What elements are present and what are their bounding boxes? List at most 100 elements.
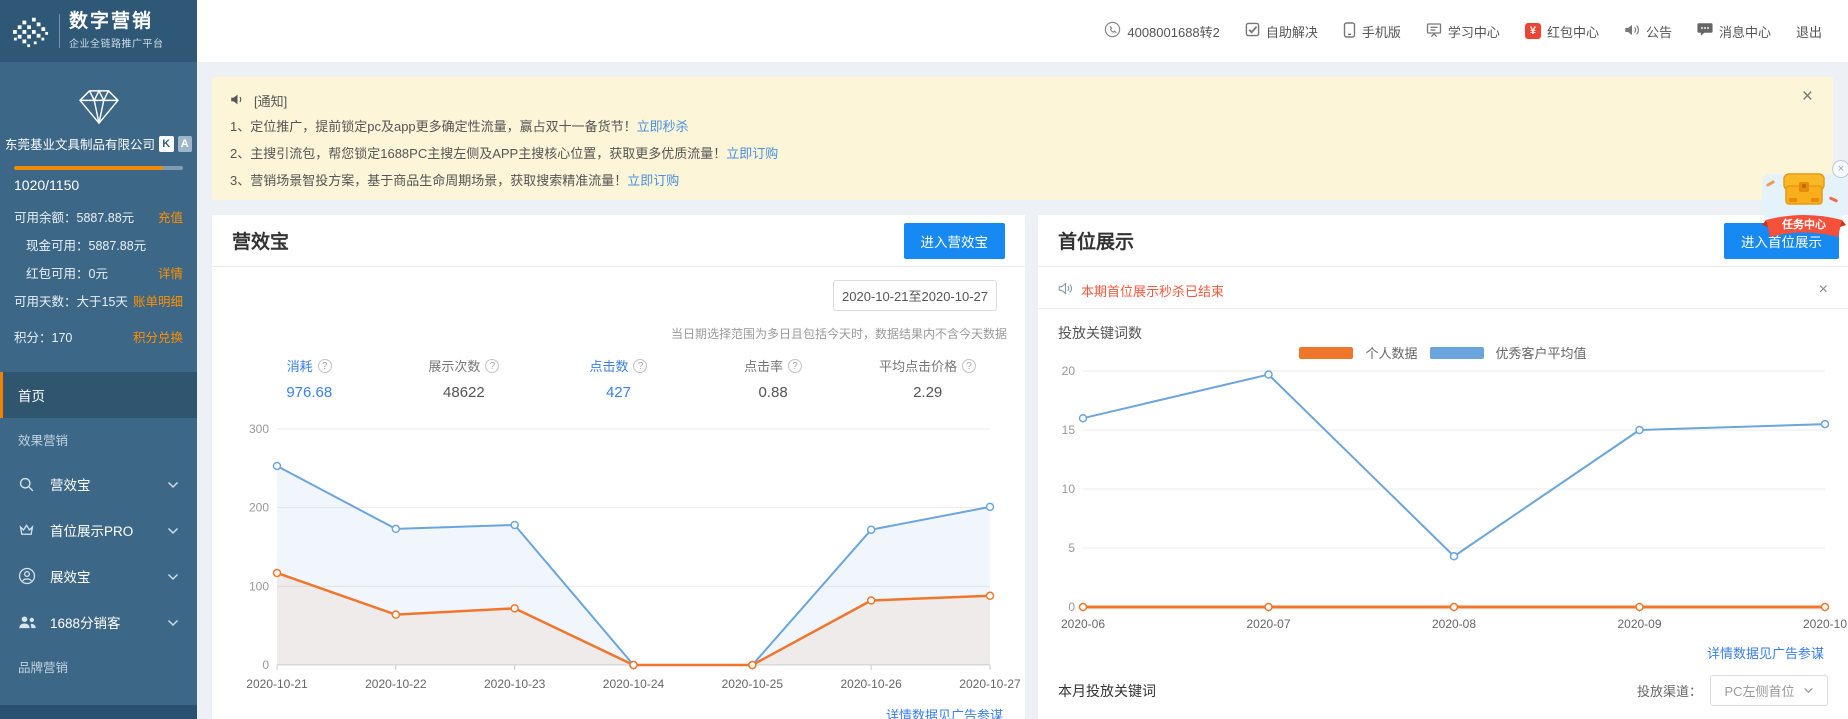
task-widget-close-icon[interactable]: × xyxy=(1832,160,1848,178)
monthly-keywords-label: 本月投放关键词 xyxy=(1058,682,1156,699)
cash-row: 现金可用：5887.88元 xyxy=(0,235,197,254)
company-block: 东莞基业文具制品有限公司 K A 1020/1150 xyxy=(0,62,197,193)
notice-header: [通知] xyxy=(230,91,1815,110)
yingxiaobao-panel-header: 营效宝 进入营效宝 xyxy=(212,215,1025,267)
speaker-icon xyxy=(1624,23,1640,40)
shouwei-notice-close-icon[interactable]: × xyxy=(1819,282,1828,298)
search-icon xyxy=(18,476,38,493)
sidebar-menu: 首页 效果营销 营效宝 首位展示PRO 展效宝 1688分销客 品牌营销 xyxy=(0,372,197,688)
enter-yingxiaobao-button[interactable]: 进入营效宝 xyxy=(903,222,1005,259)
brand-subtitle: 企业全链路推广平台 xyxy=(69,39,164,51)
svg-text:10: 10 xyxy=(1062,482,1076,496)
svg-text:2020-10-25: 2020-10-25 xyxy=(722,677,784,691)
user-circle-icon xyxy=(18,567,38,585)
svg-text:2020-09: 2020-09 xyxy=(1617,617,1661,631)
task-center-ribbon: 任务中心 xyxy=(1762,215,1846,237)
sidebar-item-shouwei-pro[interactable]: 首位展示PRO xyxy=(0,507,197,553)
svg-text:200: 200 xyxy=(249,501,269,515)
announcement-button[interactable]: 公告 xyxy=(1624,22,1672,41)
red-envelope-icon: ¥ xyxy=(1524,23,1541,39)
notice-banner: [通知] 1、定位推广，提前锁定pc及app更多确定性流量，赢占双十一备货节！立… xyxy=(212,77,1833,200)
svg-text:15: 15 xyxy=(1062,423,1076,437)
phone-icon xyxy=(1104,21,1121,41)
points-label: 积分：170 xyxy=(14,331,73,345)
brand-text: 数字营销 企业全链路推广平台 xyxy=(69,10,164,51)
brand-pixel-logo-icon xyxy=(13,17,49,48)
sidebar-item-home[interactable]: 首页 xyxy=(0,372,197,418)
svg-text:2020-10-22: 2020-10-22 xyxy=(365,677,427,691)
notice-line-1: 1、定位推广，提前锁定pc及app更多确定性流量，赢占双十一备货节！立即秒杀 xyxy=(230,119,689,134)
notice-line-3: 3、营销场景智投方案，基于商品生命周期场景，获取搜索精准流量！立即订购 xyxy=(230,173,680,188)
help-icon[interactable]: ? xyxy=(788,358,803,373)
shouwei-notice-bar: 本期首位展示秒杀已结束 × xyxy=(1038,272,1848,309)
users-icon xyxy=(18,615,38,630)
channel-select[interactable]: PC左侧首位 xyxy=(1710,675,1828,706)
legend-label-personal: 个人数据 xyxy=(1365,346,1418,361)
help-icon[interactable]: ? xyxy=(633,358,648,373)
sidebar-section-effect-marketing: 效果营销 xyxy=(18,434,69,448)
stat-impressions[interactable]: 展示次数? 48622 xyxy=(387,356,542,401)
yxb-detail-link[interactable]: 详情数据见广告参谋 xyxy=(886,705,1003,719)
svg-text:100: 100 xyxy=(249,579,269,593)
shouwei-title: 首位展示 xyxy=(1058,232,1135,253)
quota-text: 1020/1150 xyxy=(14,177,80,193)
chevron-down-icon xyxy=(1803,687,1813,694)
learning-center-button[interactable]: 学习中心 xyxy=(1426,22,1500,41)
announcement-speaker-icon xyxy=(230,93,245,109)
stat-clicks[interactable]: 点击数? 427 xyxy=(541,356,696,401)
presentation-board-icon xyxy=(1426,22,1442,41)
sidebar-item-zhanxiaobao[interactable]: 展效宝 xyxy=(0,553,197,599)
kpi-stats-row: 消耗? 976.68 展示次数? 48622 点击数? 427 点击率? 0.8… xyxy=(232,356,1005,401)
svg-text:5: 5 xyxy=(1068,541,1075,555)
brand-title: 数字营销 xyxy=(69,10,154,32)
cash-label: 现金可用：5887.88元 xyxy=(26,239,147,253)
help-icon[interactable]: ? xyxy=(962,358,977,373)
keyword-count-label: 投放关键词数 xyxy=(1058,325,1142,341)
svg-text:2020-08: 2020-08 xyxy=(1432,617,1476,631)
self-service-button[interactable]: 自助解决 xyxy=(1245,22,1318,41)
swzs-detail-link[interactable]: 详情数据见广告参谋 xyxy=(1707,643,1824,662)
sidebar-item-1688-fenxiaoke[interactable]: 1688分销客 xyxy=(0,599,197,645)
monthly-keywords-row: 本月投放关键词 投放渠道： PC左侧首位 xyxy=(1058,675,1828,706)
notice-link-2[interactable]: 立即订购 xyxy=(726,146,778,161)
mobile-version-button[interactable]: 手机版 xyxy=(1343,21,1401,41)
svg-text:0: 0 xyxy=(1068,600,1075,614)
points-exchange-link[interactable]: 积分兑换 xyxy=(133,327,183,346)
stat-consumption[interactable]: 消耗? 976.68 xyxy=(232,356,387,401)
recharge-link[interactable]: 充值 xyxy=(158,207,183,226)
svg-text:2020-10-26: 2020-10-26 xyxy=(840,677,902,691)
bill-detail-link[interactable]: 账单明细 xyxy=(133,291,183,310)
logout-button[interactable]: 退出 xyxy=(1796,22,1822,41)
company-row: 东莞基业文具制品有限公司 K A xyxy=(0,134,197,153)
redpacket-center-button[interactable]: ¥ 红包中心 xyxy=(1524,22,1599,41)
chevron-down-icon xyxy=(167,477,179,492)
stat-avg-cpc[interactable]: 平均点击价格? 2.29 xyxy=(850,356,1005,401)
swzs-chart: 0 5 10 15 20 2020-06 2020-07 2020-08 2020-09 2020… xyxy=(1047,361,1847,651)
chat-bubble-icon xyxy=(1697,22,1713,40)
sidebar-item-yingxiaobao[interactable]: 营效宝 xyxy=(0,461,197,507)
notice-speaker-icon xyxy=(1058,282,1073,298)
task-center-widget[interactable]: 任务中心 × xyxy=(1760,160,1848,256)
balance-row: 可用余额：5887.88元 充值 xyxy=(0,207,197,226)
stat-ctr[interactable]: 点击率? 0.88 xyxy=(696,356,851,401)
notice-close-icon[interactable]: × xyxy=(1802,87,1813,106)
channel-label: 投放渠道： xyxy=(1636,684,1702,699)
help-icon[interactable]: ? xyxy=(485,358,500,373)
balance-label: 可用余额：5887.88元 xyxy=(14,211,135,225)
redpacket-detail-link[interactable]: 详情 xyxy=(158,263,183,282)
redpacket-label: 红包可用：0元 xyxy=(26,267,108,281)
message-center-button[interactable]: 消息中心 xyxy=(1697,22,1771,41)
notice-link-1[interactable]: 立即秒杀 xyxy=(637,119,689,134)
svg-text:2020-10: 2020-10 xyxy=(1803,617,1847,631)
chevron-down-icon xyxy=(167,523,179,538)
svg-text:2020-10-23: 2020-10-23 xyxy=(484,677,546,691)
svg-text:2020-10-21: 2020-10-21 xyxy=(246,677,308,691)
hotline: 4008001688转2 xyxy=(1104,21,1220,41)
channel-filter: 投放渠道： PC左侧首位 xyxy=(1637,675,1828,706)
yingxiaobao-panel: 营效宝 进入营效宝 2020-10-21至2020-10-27 当日期选择范围为… xyxy=(212,215,1025,719)
brand-logo-block: 数字营销 企业全链路推广平台 xyxy=(0,0,197,62)
notice-tag: [通知] xyxy=(254,94,288,109)
help-icon[interactable]: ? xyxy=(317,358,332,373)
notice-link-3[interactable]: 立即订购 xyxy=(627,173,679,188)
date-range-picker[interactable]: 2020-10-21至2020-10-27 xyxy=(833,280,997,311)
